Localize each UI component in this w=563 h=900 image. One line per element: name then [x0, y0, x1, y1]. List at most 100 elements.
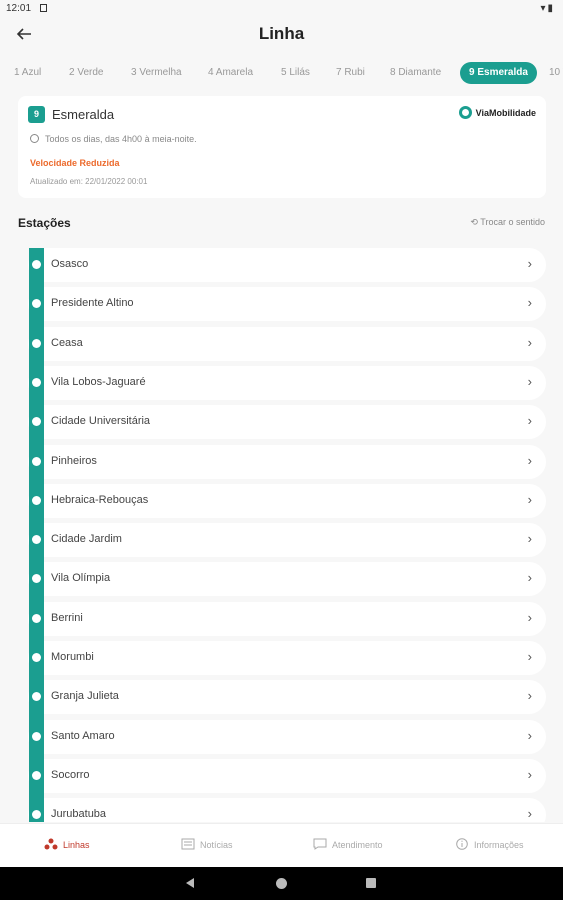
status-bar: 12:01 ▾▮ — [0, 0, 563, 18]
tab-lilas[interactable]: 5 Lilás — [281, 62, 310, 84]
operator: ViaMobilidade — [458, 106, 536, 120]
station-name: Jurubatuba — [51, 808, 107, 821]
station-row[interactable]: Presidente Altino › — [28, 287, 546, 322]
station-name: Osasco — [51, 258, 89, 270]
chevron-right-icon: › — [527, 806, 532, 822]
nav-informacoes-label: Informações — [474, 840, 524, 850]
station-dot-icon — [32, 731, 41, 741]
station-row[interactable]: Pinheiros › — [28, 444, 546, 479]
station-dot-icon — [32, 770, 41, 780]
station-row[interactable]: Ceasa › — [28, 326, 546, 361]
bottom-nav: Linhas Notícias Atendimento Informações — [0, 823, 563, 867]
chevron-right-icon: › — [527, 295, 532, 311]
updated-timestamp: Atualizado em: 22/01/2022 00:01 — [30, 177, 148, 186]
chevron-right-icon: › — [527, 570, 532, 586]
line-name: Esmeralda — [52, 107, 115, 122]
news-icon — [181, 838, 195, 850]
nav-atendimento-label: Atendimento — [332, 840, 383, 850]
line-info-card: 9 Esmeralda ViaMobilidade Todos os dias,… — [18, 96, 546, 198]
system-home-icon[interactable] — [276, 878, 287, 889]
swap-direction-button[interactable]: ⟲ Trocar o sentido — [470, 217, 545, 228]
chevron-right-icon: › — [527, 413, 532, 429]
station-row[interactable]: Cidade Universitária › — [28, 405, 546, 440]
chevron-right-icon: › — [527, 373, 532, 389]
station-row[interactable]: Jurubatuba › — [28, 798, 546, 822]
station-list: Osasco › Presidente Altino › Ceasa › Vila Lobo… — [0, 248, 563, 822]
station-dot-icon — [32, 613, 41, 623]
nav-linhas-label: Linhas — [63, 840, 90, 850]
station-row[interactable]: Granja Julieta › — [28, 680, 546, 715]
nav-noticias-label: Notícias — [200, 840, 233, 850]
station-name: Santo Amaro — [51, 729, 115, 742]
station-row[interactable]: Socorro › — [28, 758, 546, 793]
swap-icon: ⟲ — [470, 217, 481, 227]
tab-rubi[interactable]: 7 Rubi — [336, 62, 365, 84]
chevron-right-icon: › — [527, 452, 532, 468]
wifi-battery-icon: ▾▮ — [540, 3, 555, 14]
chevron-right-icon: › — [527, 766, 532, 782]
status-time: 12:01 — [6, 3, 32, 14]
station-row[interactable]: Vila Olímpia › — [28, 562, 546, 597]
system-back-icon[interactable] — [186, 878, 194, 888]
station-name: Cidade Jardim — [51, 533, 122, 546]
station-name: Granja Julieta — [51, 690, 119, 703]
station-name: Morumbi — [51, 651, 94, 663]
stations-title: Estações — [18, 216, 71, 230]
station-dot-icon — [32, 495, 41, 505]
station-name: Pinheiros — [51, 454, 97, 467]
station-name: Socorro — [51, 768, 90, 781]
station-dot-icon — [32, 653, 41, 662]
tab-diamante[interactable]: 8 Diamante — [390, 62, 441, 84]
chevron-right-icon: › — [527, 688, 532, 704]
system-recents-icon[interactable] — [366, 878, 376, 888]
tab-esmeralda[interactable]: 9 Esmeralda — [460, 62, 537, 84]
chat-icon — [313, 838, 327, 850]
station-name: Presidente Altino — [51, 297, 134, 310]
nav-informacoes[interactable]: Informações — [455, 838, 524, 850]
chevron-right-icon: › — [527, 609, 532, 625]
station-name: Berrini — [51, 611, 83, 624]
station-row[interactable]: Osasco › — [28, 248, 546, 282]
lines-icon — [44, 838, 58, 850]
chevron-right-icon: › — [527, 531, 532, 547]
line-tabs: 1 Azul 2 Verde 3 Vermelha 4 Amarela 5 Li… — [0, 60, 563, 86]
station-row[interactable]: Morumbi › — [28, 641, 546, 675]
schedule-text: Todos os dias, das 4h00 à meia-noite. — [45, 134, 197, 144]
swap-label: Trocar o sentido — [480, 217, 545, 227]
station-row[interactable]: Cidade Jardim › — [28, 523, 546, 558]
chevron-right-icon: › — [527, 649, 532, 664]
operator-logo-icon — [458, 106, 472, 119]
page-title: Linha — [258, 24, 305, 43]
nav-linhas[interactable]: Linhas — [44, 838, 90, 850]
tab-amarela[interactable]: 4 Amarela — [208, 62, 253, 84]
clock-icon — [30, 134, 39, 143]
system-nav-bar — [0, 867, 563, 900]
station-name: Hebraica-Rebouças — [51, 493, 149, 506]
station-name: Ceasa — [51, 336, 83, 349]
line-number-badge: 9 — [28, 106, 45, 123]
station-row[interactable]: Berrini › — [28, 601, 546, 636]
chevron-right-icon: › — [527, 256, 532, 271]
line-status: Velocidade Reduzida — [30, 158, 120, 168]
notification-icon — [40, 4, 47, 12]
station-name: Vila Lobos-Jaguaré — [51, 375, 146, 388]
tab-turquesa[interactable]: 10 T — [549, 62, 563, 84]
station-row[interactable]: Hebraica-Rebouças › — [28, 483, 546, 518]
info-icon — [456, 838, 468, 850]
nav-noticias[interactable]: Notícias — [181, 838, 233, 850]
chevron-right-icon: › — [527, 491, 532, 507]
app-header: Linha — [0, 18, 563, 52]
station-row[interactable]: Santo Amaro › — [28, 719, 546, 754]
operator-name: ViaMobilidade — [475, 107, 536, 118]
station-dot-icon — [32, 456, 41, 466]
nav-atendimento[interactable]: Atendimento — [313, 838, 383, 850]
station-dot-icon — [32, 260, 41, 269]
station-name: Cidade Universitária — [51, 415, 151, 428]
tab-vermelha[interactable]: 3 Vermelha — [131, 62, 182, 84]
tab-azul[interactable]: 1 Azul — [14, 62, 41, 84]
station-name: Vila Olímpia — [51, 572, 111, 585]
station-row[interactable]: Vila Lobos-Jaguaré › — [28, 365, 546, 400]
chevron-right-icon: › — [527, 727, 532, 743]
tab-verde[interactable]: 2 Verde — [69, 62, 103, 84]
schedule: Todos os dias, das 4h00 à meia-noite. — [30, 134, 197, 144]
